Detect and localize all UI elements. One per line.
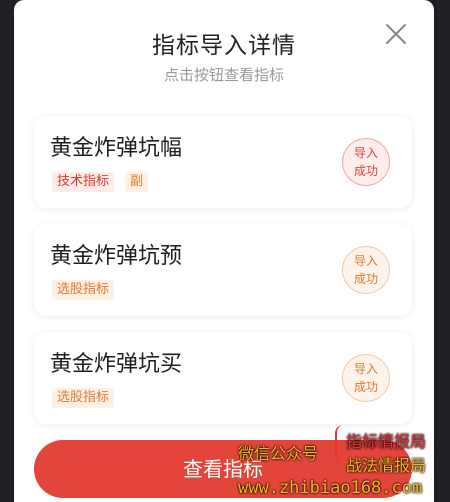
indicator-type-tag: 选股指标 (52, 388, 115, 408)
status-line-2: 成功 (353, 164, 378, 178)
indicator-card[interactable]: 黄金炸弹坑幅 技术指标 副 导入 成功 (34, 116, 412, 208)
indicator-name: 黄金炸弹坑买 (50, 352, 183, 377)
indicator-name: 黄金炸弹坑幅 (50, 136, 183, 161)
watermark-line-2: 战法情报局 (346, 456, 427, 475)
status-line-1: 导入 (353, 146, 378, 160)
indicator-type-tag: 选股指标 (52, 280, 115, 300)
dialog-subtitle: 点击按钮查看指标 (163, 66, 284, 84)
watermark-url: www.zhibiao168.com (238, 478, 423, 498)
indicator-position-tag: 副 (125, 172, 149, 192)
status-line-2: 成功 (353, 272, 378, 286)
import-detail-dialog: 指标导入详情 点击按钮查看指标 黄金炸弹坑幅 技术指标 副 导入 成功 黄金炸弹… (14, 0, 434, 502)
indicator-card[interactable]: 黄金炸弹坑预 选股指标 导入 成功 (34, 224, 412, 316)
indicator-tags: 选股指标 (52, 280, 120, 302)
status-line-2: 成功 (353, 380, 378, 394)
indicator-tags: 技术指标 副 (52, 172, 154, 194)
close-icon[interactable] (382, 20, 410, 48)
indicator-name: 黄金炸弹坑预 (50, 244, 183, 269)
indicator-type-tag: 技术指标 (52, 172, 115, 192)
background-right-edge (436, 0, 450, 502)
import-status-badge: 导入 成功 (342, 354, 390, 402)
watermark-account: 微信公众号 (238, 444, 319, 463)
indicator-card[interactable]: 黄金炸弹坑买 选股指标 导入 成功 (34, 332, 412, 424)
import-status-badge: 导入 成功 (342, 246, 390, 294)
indicator-tags: 选股指标 (52, 388, 120, 410)
status-line-1: 导入 (353, 254, 378, 268)
watermark-line-1: 指标情报局 (346, 432, 427, 451)
watermark-brace (335, 425, 345, 463)
status-line-1: 导入 (353, 362, 378, 376)
import-status-badge: 导入 成功 (342, 138, 390, 186)
dialog-title: 指标导入详情 (152, 33, 296, 59)
